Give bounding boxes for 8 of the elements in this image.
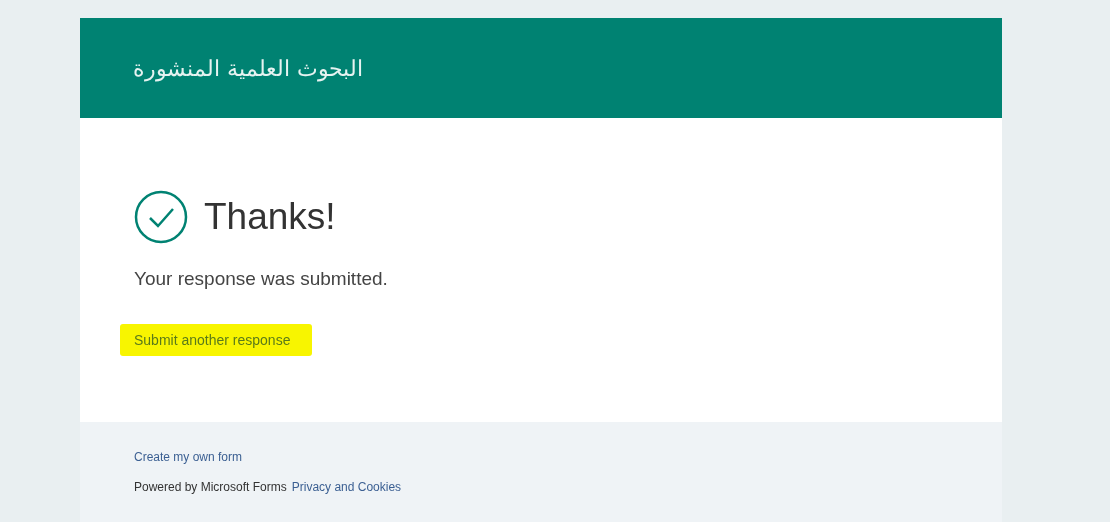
- thanks-heading: Thanks!: [204, 196, 336, 238]
- powered-by-text: Powered by Microsoft Forms: [134, 480, 287, 494]
- confirmation-message: Your response was submitted.: [134, 268, 389, 290]
- check-circle-icon: [134, 190, 188, 244]
- privacy-link[interactable]: Privacy and Cookies: [291, 480, 402, 494]
- form-title: البحوث العلمية المنشورة: [133, 55, 363, 81]
- submit-another-link[interactable]: Submit another response: [120, 324, 313, 356]
- create-form-link[interactable]: Create my own form: [134, 450, 243, 464]
